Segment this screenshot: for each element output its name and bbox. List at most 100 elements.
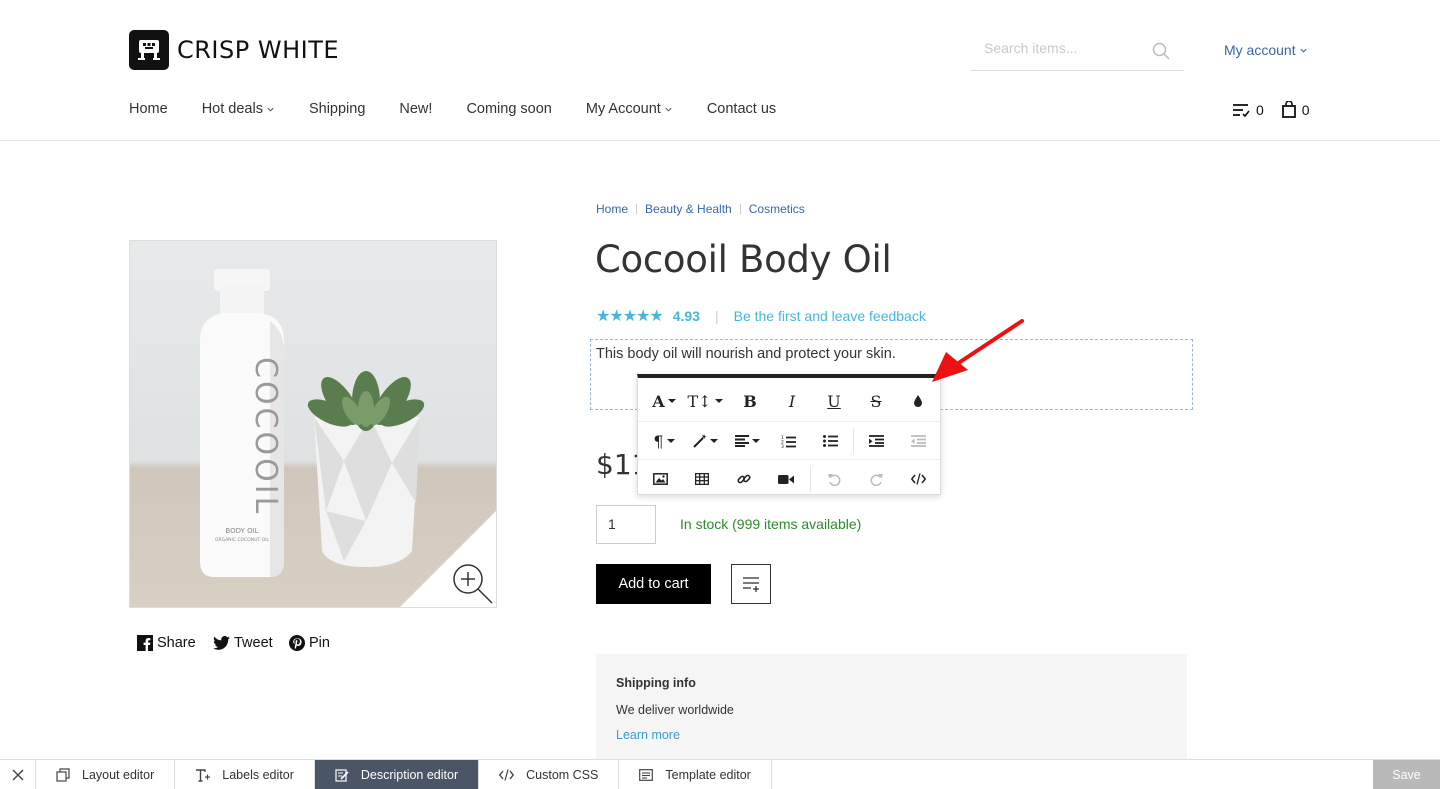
search-icon[interactable] bbox=[1152, 42, 1170, 63]
text-color-button[interactable] bbox=[906, 382, 930, 420]
nav-label: Contact us bbox=[706, 101, 777, 117]
header-counters: 0 0 bbox=[1232, 101, 1310, 118]
outdent-button[interactable] bbox=[906, 422, 930, 460]
add-to-list-icon bbox=[743, 577, 759, 592]
zoom-in-button[interactable] bbox=[396, 507, 496, 607]
paragraph-format-button[interactable]: ¶ bbox=[648, 422, 680, 460]
align-button[interactable] bbox=[731, 422, 763, 460]
toolbar-row: A T↕ B I U S bbox=[638, 382, 940, 420]
insert-table-button[interactable] bbox=[690, 460, 714, 498]
share-facebook[interactable]: Share bbox=[137, 635, 196, 651]
underline-button[interactable]: U bbox=[822, 382, 846, 420]
nav-item-new[interactable]: New! bbox=[399, 101, 432, 117]
add-to-wishlist-button[interactable] bbox=[731, 564, 771, 604]
breadcrumb-cosmetics[interactable]: Cosmetics bbox=[749, 202, 805, 216]
shipping-info-box: Shipping info We deliver worldwide Learn… bbox=[596, 654, 1187, 760]
wishlist-count: 0 bbox=[1256, 101, 1264, 118]
insert-video-button[interactable] bbox=[774, 460, 798, 498]
bottle-brand-text: COCOOIL bbox=[248, 357, 283, 516]
header-divider bbox=[0, 140, 1440, 141]
nav-item-shipping[interactable]: Shipping bbox=[309, 101, 365, 117]
description-editor-tab[interactable]: Description editor bbox=[314, 760, 480, 789]
cart-logo-icon bbox=[129, 30, 169, 70]
strikethrough-icon: S bbox=[870, 391, 882, 411]
quantity-input[interactable]: 1 bbox=[596, 505, 656, 544]
template-icon bbox=[639, 769, 654, 781]
bold-button[interactable]: B bbox=[738, 382, 762, 420]
chevron-down-icon bbox=[665, 107, 672, 112]
nav-item-hot-deals[interactable]: Hot deals bbox=[202, 101, 275, 117]
insert-link-button[interactable] bbox=[732, 460, 756, 498]
outdent-icon bbox=[910, 435, 926, 447]
cart-link[interactable]: 0 bbox=[1281, 101, 1310, 118]
learn-more-link[interactable]: Learn more bbox=[616, 728, 1167, 742]
cart-count: 0 bbox=[1301, 101, 1310, 118]
font-family-button[interactable]: A bbox=[648, 382, 680, 420]
nav-item-coming-soon[interactable]: Coming soon bbox=[466, 101, 551, 117]
search-input[interactable] bbox=[984, 40, 1154, 56]
font-size-icon: T↕ bbox=[687, 391, 712, 411]
undo-icon bbox=[827, 473, 840, 486]
store-logo[interactable]: CRISP WHITE bbox=[129, 30, 339, 70]
product-rating: ★★★★★ 4.93 | Be the first and leave feed… bbox=[596, 306, 926, 326]
breadcrumb-home[interactable]: Home bbox=[596, 202, 628, 216]
ordered-list-button[interactable]: 123 bbox=[776, 422, 800, 460]
undo-button[interactable] bbox=[822, 460, 846, 498]
edit-document-icon bbox=[335, 769, 349, 782]
editor-bar: Layout editor Labels editor Description … bbox=[0, 759, 1440, 789]
redo-button[interactable] bbox=[864, 460, 888, 498]
save-button[interactable]: Save bbox=[1373, 760, 1440, 789]
insert-image-button[interactable] bbox=[648, 460, 672, 498]
toolbar-row bbox=[638, 459, 940, 497]
tab-label: Labels editor bbox=[222, 768, 294, 782]
italic-button[interactable]: I bbox=[780, 382, 804, 420]
nav-item-my-account[interactable]: My Account bbox=[586, 101, 673, 117]
labels-editor-tab[interactable]: Labels editor bbox=[175, 760, 315, 789]
close-editor-button[interactable] bbox=[0, 760, 36, 789]
tab-label: Layout editor bbox=[82, 768, 155, 782]
my-account-dropdown[interactable]: My account bbox=[1224, 42, 1308, 58]
svg-text:3: 3 bbox=[781, 444, 784, 448]
zoom-in-icon bbox=[453, 564, 493, 604]
facebook-icon bbox=[137, 635, 153, 651]
paragraph-icon: ¶ bbox=[653, 431, 664, 451]
indent-button[interactable] bbox=[864, 422, 888, 460]
bottle-sub-text: BODY OIL bbox=[225, 527, 258, 535]
custom-css-tab[interactable]: Custom CSS bbox=[479, 760, 620, 789]
nav-item-contact-us[interactable]: Contact us bbox=[707, 101, 776, 117]
unordered-list-button[interactable] bbox=[818, 422, 842, 460]
paragraph-style-button[interactable] bbox=[689, 422, 721, 460]
breadcrumb-separator bbox=[739, 204, 741, 214]
rating-stars-icon: ★★★★★ bbox=[596, 308, 664, 325]
share-twitter[interactable]: Tweet bbox=[213, 635, 273, 651]
add-to-cart-button[interactable]: Add to cart bbox=[596, 564, 711, 604]
leave-feedback-link[interactable]: Be the first and leave feedback bbox=[734, 308, 926, 324]
layout-editor-tab[interactable]: Layout editor bbox=[36, 760, 176, 789]
chevron-down-icon bbox=[1300, 48, 1307, 53]
wishlist-link[interactable]: 0 bbox=[1232, 102, 1264, 118]
nav-label: Home bbox=[129, 101, 168, 117]
align-left-icon bbox=[734, 435, 749, 447]
redo-icon bbox=[870, 473, 883, 486]
template-editor-tab[interactable]: Template editor bbox=[619, 760, 772, 789]
pin-label: Pin bbox=[309, 635, 330, 651]
stock-status: In stock (999 items available) bbox=[680, 516, 862, 532]
layout-icon bbox=[56, 768, 70, 782]
product-image[interactable]: COCOOIL BODY OIL ORGANIC COCONUT OIL bbox=[129, 240, 497, 608]
product-title: Cocooil Body Oil bbox=[595, 238, 892, 281]
toolbar-separator bbox=[810, 466, 811, 492]
search-box bbox=[971, 30, 1184, 71]
code-view-button[interactable] bbox=[906, 460, 930, 498]
main-nav: Home Hot deals Shipping New! Coming soon… bbox=[129, 101, 810, 117]
strikethrough-button[interactable]: S bbox=[864, 382, 888, 420]
font-size-button[interactable]: T↕ bbox=[687, 382, 723, 420]
pinterest-icon bbox=[289, 635, 305, 651]
nav-item-home[interactable]: Home bbox=[129, 101, 168, 117]
wishlist-icon bbox=[1233, 103, 1250, 117]
product-description[interactable]: This body oil will nourish and protect y… bbox=[596, 346, 896, 362]
rating-value: 4.93 bbox=[672, 308, 700, 324]
color-drop-icon bbox=[914, 395, 922, 407]
code-icon bbox=[910, 473, 926, 485]
share-pinterest[interactable]: Pin bbox=[289, 635, 330, 651]
breadcrumb-beauty-health[interactable]: Beauty & Health bbox=[645, 202, 732, 216]
